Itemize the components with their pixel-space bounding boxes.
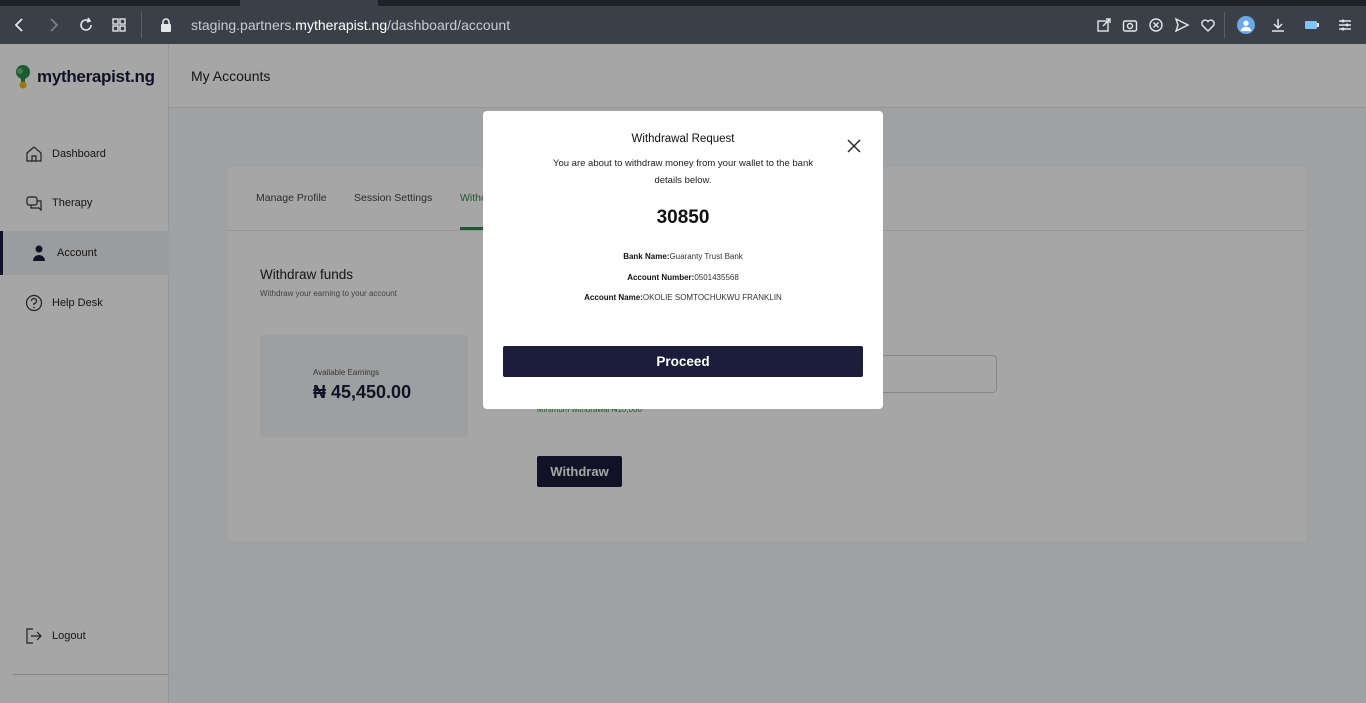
proceed-button[interactable]: Proceed — [503, 346, 863, 377]
url-path: /dashboard/account — [387, 17, 511, 33]
back-icon[interactable] — [7, 6, 33, 44]
account-name-label: Account Name: — [584, 293, 643, 302]
download-icon[interactable] — [1265, 6, 1291, 44]
bank-name-row: Bank Name:Guaranty Trust Bank — [483, 252, 883, 261]
browser-toolbar: staging.partners.mytherapist.ng/dashboar… — [0, 6, 1366, 44]
url-prefix: staging.partners. — [191, 17, 296, 33]
modal-description: You are about to withdraw money from you… — [553, 158, 813, 186]
url-domain: mytherapist.ng — [295, 17, 388, 33]
reload-icon[interactable] — [73, 6, 99, 44]
bank-name-label: Bank Name: — [623, 252, 670, 261]
send-icon[interactable] — [1169, 6, 1195, 44]
lock-icon[interactable] — [153, 6, 179, 44]
toolbar-divider — [141, 12, 142, 38]
account-number-label: Account Number: — [627, 273, 695, 282]
bank-name-value: Guaranty Trust Bank — [669, 252, 743, 261]
account-number-row: Account Number:0501435568 — [483, 273, 883, 282]
block-icon[interactable] — [1143, 6, 1169, 44]
heart-icon[interactable] — [1195, 6, 1221, 44]
modal-title: Withdrawal Request — [631, 133, 735, 145]
battery-icon[interactable] — [1299, 6, 1325, 44]
toolbar-divider — [1224, 12, 1225, 38]
tabs-grid-icon[interactable] — [106, 6, 132, 44]
address-bar[interactable]: staging.partners.mytherapist.ng/dashboar… — [191, 6, 510, 44]
camera-icon[interactable] — [1117, 6, 1143, 44]
menu-icon[interactable] — [1332, 6, 1358, 44]
profile-icon[interactable] — [1233, 6, 1259, 44]
share-icon[interactable] — [1091, 6, 1117, 44]
forward-icon[interactable] — [40, 6, 66, 44]
close-icon[interactable] — [845, 137, 863, 155]
withdrawal-request-modal: Withdrawal Request You are about to with… — [483, 111, 883, 409]
account-number-value: 0501435568 — [694, 273, 739, 282]
withdrawal-amount: 30850 — [656, 207, 710, 228]
account-name-value: OKOLIE SOMTOCHUKWU FRANKLIN — [642, 293, 782, 302]
account-name-row: Account Name:OKOLIE SOMTOCHUKWU FRANKLIN — [483, 293, 883, 302]
